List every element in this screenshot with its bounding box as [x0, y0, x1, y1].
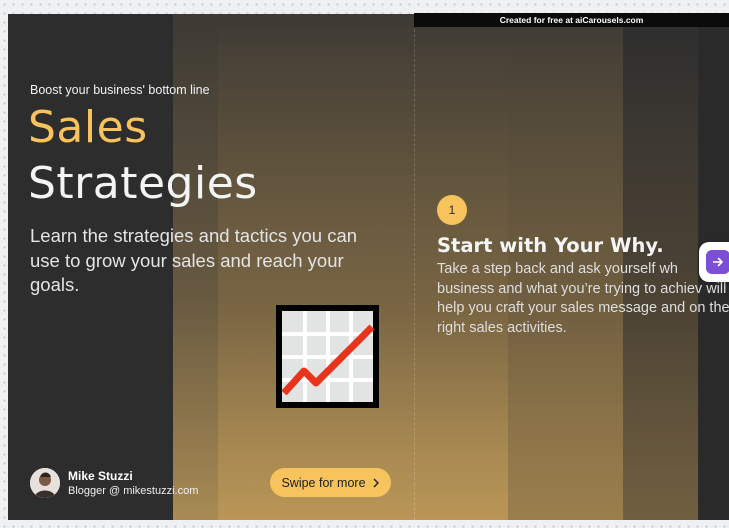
step-title: Start with Your Why. [437, 234, 664, 257]
slide-kicker: Boost your business' bottom line [30, 83, 210, 97]
next-button-face [706, 250, 729, 274]
watermark-banner: Created for free at aiCarousels.com [414, 13, 729, 27]
slide-subtitle: Learn the strategies and tactics you can… [30, 225, 358, 295]
slide-divider [414, 14, 415, 520]
carousel-stage: Boost your business' bottom line Sales S… [8, 14, 729, 520]
arrow-right-icon [713, 257, 724, 267]
swipe-button-label: Swipe for more [281, 475, 366, 490]
author-name: Mike Stuzzi [68, 469, 133, 483]
chart-increasing-icon [276, 305, 379, 408]
swipe-for-more-button[interactable]: Swipe for more [270, 468, 391, 497]
avatar-image [30, 468, 60, 498]
slide-title-line-2: Strategies [28, 158, 258, 209]
avatar [30, 468, 60, 498]
slide-title-line-1: Sales [28, 102, 148, 153]
author-role: Blogger @ mikestuzzi.com [68, 485, 199, 497]
step-body: Take a step back and ask yourself wh bus… [437, 261, 729, 336]
step-number-badge: 1 [437, 195, 467, 225]
next-slide-button[interactable] [699, 242, 729, 282]
chevron-right-icon [373, 478, 379, 487]
